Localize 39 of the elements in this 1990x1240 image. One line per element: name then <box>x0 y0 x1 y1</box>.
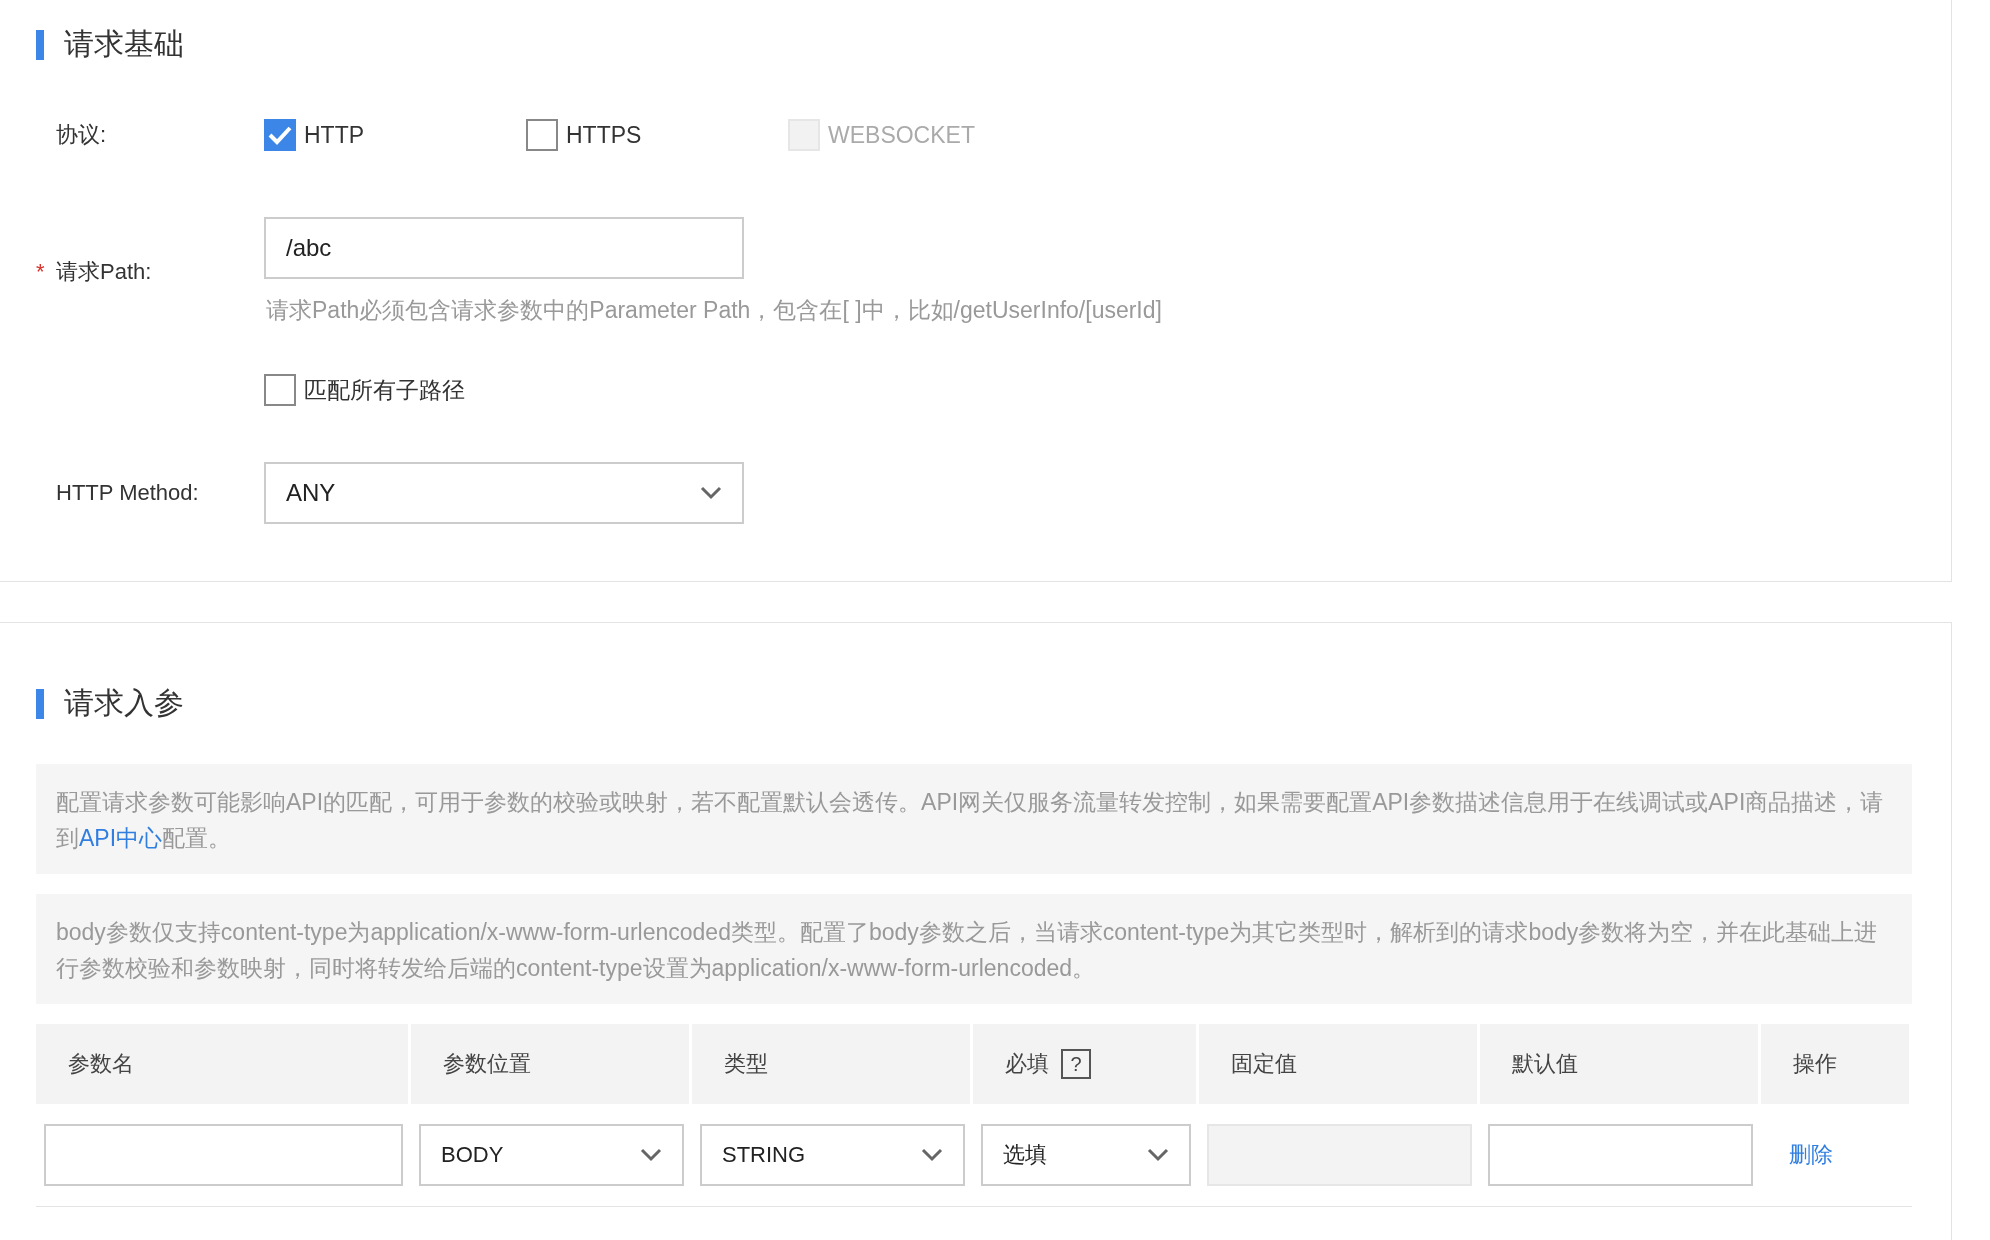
section-title: 请求基础 <box>64 26 184 62</box>
checkbox-label: WEBSOCKET <box>828 121 975 149</box>
dropdown[interactable]: 选填 <box>981 1124 1191 1186</box>
dropdown[interactable]: STRING <box>700 1124 965 1186</box>
checkbox[interactable] <box>264 119 296 151</box>
column-header: 固定值 <box>1199 1024 1477 1104</box>
notice-text: 配置请求参数可能影响API的匹配，可用于参数的校验或映射，若不配置默认会透传。API网关仅服务流量转发控制，如果需要配置API参数描述信息用于在线调试或API商品描述，请到API中心配置。 <box>36 764 1912 874</box>
column-header: 操作 <box>1761 1024 1909 1104</box>
path-input-field[interactable]: /abc <box>264 217 744 279</box>
help-icon[interactable]: ? <box>1061 1049 1091 1079</box>
dropdown[interactable]: BODY <box>419 1124 684 1186</box>
section-title: 请求入参 <box>64 685 184 721</box>
checkbox[interactable] <box>264 374 296 406</box>
input-field[interactable] <box>1488 1124 1753 1186</box>
column-header: 默认值 <box>1480 1024 1758 1104</box>
column-header: 必填 <box>1005 1050 1049 1078</box>
checkbox[interactable] <box>526 119 558 151</box>
chevron-down-icon <box>1147 1148 1169 1162</box>
input-field[interactable] <box>44 1124 403 1186</box>
notice-text: body参数仅支持content-type为application/x-www-form-urlencoded类型。配置了body参数之后，当请求content-type为其它类型时，解析到的请求body参数将为空，并在此基础上进行参数校验和参数映射，同时将转发给后端的content-type设置为application/x-www-form-urlencoded。 <box>36 894 1912 1004</box>
field-label: HTTP Method: <box>56 480 199 506</box>
column-header: 参数位置 <box>411 1024 689 1104</box>
required-mark: * <box>36 258 46 285</box>
field-label: 协议: <box>56 121 107 149</box>
link[interactable]: API中心 <box>79 825 163 851</box>
heading-accent-bar <box>36 29 44 60</box>
hint-text: 请求Path必须包含请求参数中的Parameter Path，包含在[ ]中，比如/getUserInfo/[userId] <box>266 296 1163 325</box>
chevron-down-icon <box>640 1148 662 1162</box>
method-select[interactable]: ANY <box>264 462 744 524</box>
column-header: 参数名 <box>36 1024 408 1104</box>
delete-link[interactable]: 删除 <box>1789 1140 1833 1170</box>
column-header: 类型 <box>692 1024 970 1104</box>
chevron-down-icon <box>700 486 722 500</box>
checkbox-label: 匹配所有子路径 <box>304 375 465 405</box>
chevron-down-icon <box>921 1148 943 1162</box>
checkbox-label: HTTPS <box>566 121 642 149</box>
heading-accent-bar <box>36 688 44 719</box>
checkbox-label: HTTP <box>304 121 365 149</box>
field-label: 请求Path: <box>56 257 152 286</box>
